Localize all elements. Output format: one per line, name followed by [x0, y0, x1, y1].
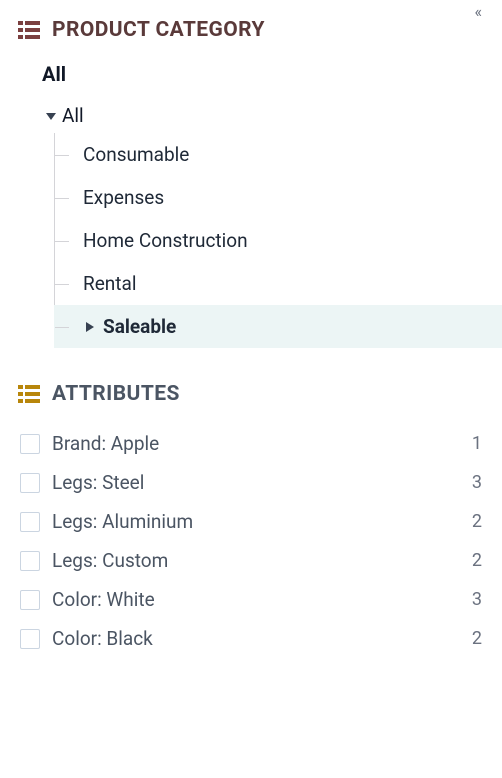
attribute-label: Color: White [52, 588, 472, 611]
tree-item-label: Home Construction [83, 229, 248, 252]
attribute-count: 3 [472, 472, 482, 493]
tree-root-all[interactable]: All [18, 56, 490, 98]
checkbox[interactable] [20, 434, 40, 454]
sidebar-panel: « PRODUCT CATEGORY All All Consumable Ex… [0, 0, 502, 658]
attribute-count: 1 [472, 433, 482, 454]
attribute-count: 2 [472, 628, 482, 649]
attribute-label: Legs: Aluminium [52, 510, 472, 533]
attributes-title: ATTRIBUTES [52, 382, 180, 406]
attributes-list: Brand: Apple 1 Legs: Steel 3 Legs: Alumi… [0, 420, 502, 658]
attribute-label: Brand: Apple [52, 432, 472, 455]
attribute-count: 2 [472, 550, 482, 571]
attribute-label: Legs: Steel [52, 471, 472, 494]
tree-item-label: Expenses [83, 186, 164, 209]
tree-item-label: Rental [83, 272, 136, 295]
list-icon [18, 21, 40, 39]
tree-item-saleable[interactable]: Saleable [54, 305, 502, 348]
tree-children: Consumable Expenses Home Construction Re… [54, 133, 490, 348]
caret-right-icon [83, 321, 97, 333]
tree-item-expenses[interactable]: Expenses [55, 176, 490, 219]
collapse-sidebar-button[interactable]: « [474, 4, 482, 20]
checkbox[interactable] [20, 629, 40, 649]
category-section-header: PRODUCT CATEGORY [0, 18, 502, 56]
attribute-row[interactable]: Legs: Custom 2 [20, 541, 482, 580]
tree-node-all[interactable]: All [18, 98, 490, 133]
category-title: PRODUCT CATEGORY [52, 18, 265, 42]
attributes-section-header: ATTRIBUTES [0, 382, 502, 420]
tree-item-label: Saleable [103, 315, 176, 338]
attribute-row[interactable]: Legs: Aluminium 2 [20, 502, 482, 541]
attribute-row[interactable]: Brand: Apple 1 [20, 424, 482, 463]
checkbox[interactable] [20, 590, 40, 610]
tree-item-label: Consumable [83, 143, 189, 166]
attribute-count: 3 [472, 589, 482, 610]
chevron-double-left-icon: « [474, 2, 482, 21]
tree-node-label: All [60, 104, 84, 127]
tree-item-consumable[interactable]: Consumable [55, 133, 490, 176]
attribute-row[interactable]: Color: White 3 [20, 580, 482, 619]
tree-item-home-construction[interactable]: Home Construction [55, 219, 490, 262]
caret-down-icon [42, 110, 60, 122]
attribute-label: Color: Black [52, 627, 472, 650]
tree-item-rental[interactable]: Rental [55, 262, 490, 305]
list-icon [18, 385, 40, 403]
attribute-row[interactable]: Color: Black 2 [20, 619, 482, 658]
checkbox[interactable] [20, 512, 40, 532]
attribute-count: 2 [472, 511, 482, 532]
category-tree: All All Consumable Expenses Home Constru… [0, 56, 502, 348]
checkbox[interactable] [20, 473, 40, 493]
checkbox[interactable] [20, 551, 40, 571]
attribute-row[interactable]: Legs: Steel 3 [20, 463, 482, 502]
attribute-label: Legs: Custom [52, 549, 472, 572]
